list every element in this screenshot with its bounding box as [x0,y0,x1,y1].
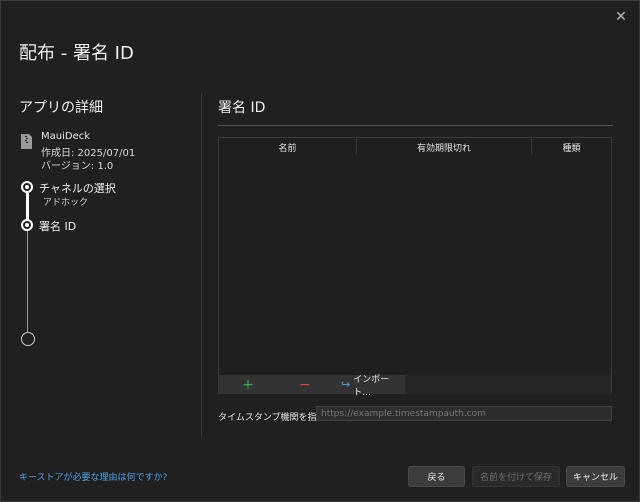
step-indicator-channel [21,181,33,193]
step-label-signing-id: 署名 ID [39,220,77,233]
keystore-help-link[interactable]: キーストアが必要な理由は何ですか? [19,470,167,483]
signing-id-heading: 署名 ID [218,100,266,116]
add-identity-button[interactable]: + [219,375,277,394]
import-button[interactable]: ↪ インポート... [333,375,405,398]
cancel-button[interactable]: キャンセル [566,466,625,487]
app-name: MauiDeck [41,131,91,142]
app-version: バージョン: 1.0 [41,161,114,172]
timestamp-authority-label: タイムスタンプ機関を指定 [218,413,326,423]
step-indicator-final [21,332,35,346]
dialog-title: 配布 - 署名 ID [19,43,134,64]
save-as-button[interactable]: 名前を付けて保存 [472,466,560,487]
close-icon[interactable]: ✕ [613,9,629,25]
column-header-name[interactable]: 名前 [219,141,356,154]
heading-divider [218,125,613,126]
plus-icon: + [242,376,254,393]
import-arrow-icon: ↪ [341,378,351,391]
dialog-window: ✕ 配布 - 署名 ID アプリの詳細 MauiDeck 作成日: 2025/0… [0,0,640,502]
app-details-heading: アプリの詳細 [19,100,103,116]
table-toolbar: + − ↪ インポート... [219,375,611,398]
table-header: 名前 有効期限切れ 種類 [219,138,611,154]
remove-identity-button[interactable]: − [277,375,333,394]
column-header-type[interactable]: 種類 [532,141,611,154]
import-label: インポート... [353,374,390,398]
back-button[interactable]: 戻る [408,466,465,487]
step-indicator-signing-id [21,219,33,231]
timestamp-authority-input[interactable] [316,406,612,421]
document-zip-icon [21,134,32,149]
step-label-channel: チャネルの選択 [39,182,116,195]
column-header-expiry[interactable]: 有効期限切れ [357,141,531,154]
signing-identity-table[interactable]: 名前 有効期限切れ 種類 + − ↪ インポート... [218,137,612,398]
minus-icon: − [299,376,311,393]
pane-divider [201,93,202,438]
step-sub-channel: アドホック [43,198,89,208]
